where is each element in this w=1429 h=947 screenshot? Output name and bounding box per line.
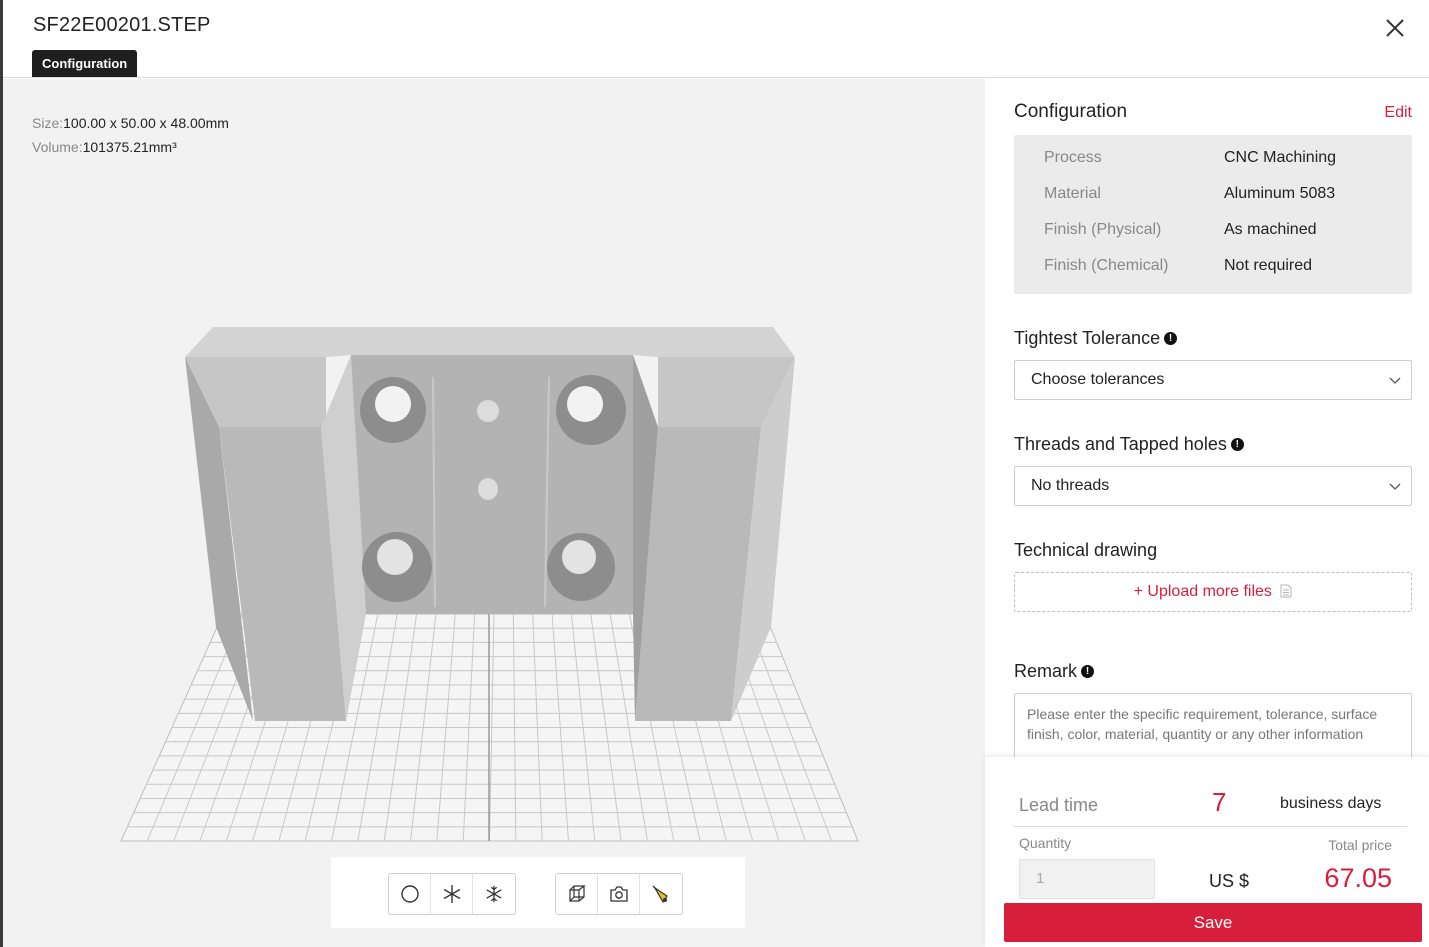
config-key: Material xyxy=(1044,185,1101,202)
config-summary-box: Process CNC Machining Material Aluminum 50… xyxy=(1014,135,1412,294)
total-price-label: Total price xyxy=(1328,837,1392,853)
tolerance-title-text: Tightest Tolerance xyxy=(1014,328,1161,348)
remark-title: Remark! xyxy=(1014,661,1095,682)
config-title: Configuration xyxy=(1014,101,1128,122)
config-scroll-area[interactable]: Configuration Edit Process CNC Machining … xyxy=(985,79,1429,757)
info-icon[interactable]: ! xyxy=(1081,665,1095,678)
lighting-button[interactable] xyxy=(640,874,682,914)
close-icon xyxy=(1386,19,1404,37)
features-view-button[interactable] xyxy=(473,874,515,914)
circle-icon xyxy=(400,885,419,903)
config-value: Not required xyxy=(1224,257,1313,274)
tolerance-select[interactable]: Choose tolerances xyxy=(1014,360,1412,400)
view-action-group xyxy=(555,873,683,915)
config-value: Aluminum 5083 xyxy=(1224,185,1336,202)
threads-selected-value: No threads xyxy=(1031,477,1110,494)
upload-label: + Upload more files xyxy=(1133,583,1272,600)
asterisk-icon xyxy=(443,885,460,903)
currency-label: US $ xyxy=(1209,871,1250,891)
remark-textarea[interactable]: Please enter the specific requirement, t… xyxy=(1014,693,1412,757)
edit-config-link[interactable]: Edit xyxy=(1384,104,1412,122)
total-price-value: 67.05 xyxy=(1324,863,1392,893)
chevron-down-icon xyxy=(1389,377,1401,384)
config-value: CNC Machining xyxy=(1224,149,1337,166)
model-render xyxy=(120,327,859,842)
dialog-root: SF22E00201.STEP Configuration Size:100.0… xyxy=(0,0,1429,947)
viewer-toolbar xyxy=(331,857,745,928)
model-dimensions: Size:100.00 x 50.00 x 48.00mm Volume:101… xyxy=(32,111,229,159)
volume-label: Volume: xyxy=(32,139,83,155)
volume-value: 101375.21mm³ xyxy=(82,139,177,155)
file-icon xyxy=(1280,584,1292,598)
light-icon xyxy=(652,885,668,904)
camera-icon xyxy=(609,886,628,902)
config-key: Finish (Chemical) xyxy=(1044,257,1169,274)
config-key: Process xyxy=(1044,149,1102,166)
remark-title-text: Remark xyxy=(1014,661,1078,681)
size-label: Size: xyxy=(32,115,64,131)
reset-view-button[interactable] xyxy=(556,874,598,914)
config-row-finish-chemical: Finish (Chemical) Not required xyxy=(1044,257,1404,279)
tab-configuration[interactable]: Configuration xyxy=(32,50,138,77)
upload-files-button[interactable]: + Upload more files xyxy=(1014,572,1412,612)
config-row-material: Material Aluminum 5083 xyxy=(1044,185,1404,207)
solid-view-button[interactable] xyxy=(389,874,431,914)
lead-time-label: Lead time xyxy=(1019,795,1099,815)
threads-title-text: Threads and Tapped holes xyxy=(1014,434,1227,454)
info-icon[interactable]: ! xyxy=(1230,438,1244,451)
threads-select[interactable]: No threads xyxy=(1014,466,1412,506)
dialog-header: SF22E00201.STEP Configuration xyxy=(3,0,1429,78)
screenshot-button[interactable] xyxy=(598,874,640,914)
threads-title: Threads and Tapped holes! xyxy=(1014,434,1244,455)
quantity-input[interactable]: 1 xyxy=(1019,859,1155,899)
lead-time-days: 7 xyxy=(1212,787,1227,817)
lead-time-unit: business days xyxy=(1280,795,1382,812)
wireframe-view-button[interactable] xyxy=(431,874,473,914)
config-panel: Configuration Edit Process CNC Machining … xyxy=(985,79,1429,947)
file-name-title: SF22E00201.STEP xyxy=(33,14,211,36)
config-row-process: Process CNC Machining xyxy=(1044,149,1404,171)
config-value: As machined xyxy=(1224,221,1317,238)
cube-icon xyxy=(568,885,586,902)
drawing-title: Technical drawing xyxy=(1014,540,1158,560)
view-mode-group xyxy=(388,873,516,915)
tolerance-title: Tightest Tolerance! xyxy=(1014,328,1178,349)
divider xyxy=(1014,826,1407,827)
snowflake-icon xyxy=(486,885,502,903)
config-row-finish-physical: Finish (Physical) As machined xyxy=(1044,221,1404,243)
model-viewer[interactable]: Size:100.00 x 50.00 x 48.00mm Volume:101… xyxy=(3,79,985,947)
config-key: Finish (Physical) xyxy=(1044,221,1162,238)
size-value: 100.00 x 50.00 x 48.00mm xyxy=(63,115,229,131)
save-button[interactable]: Save xyxy=(1004,903,1422,942)
chevron-down-icon xyxy=(1389,483,1401,490)
close-button[interactable] xyxy=(1383,16,1407,40)
info-icon[interactable]: ! xyxy=(1164,332,1178,345)
quantity-label: Quantity xyxy=(1019,835,1072,851)
tolerance-selected-value: Choose tolerances xyxy=(1031,371,1165,388)
